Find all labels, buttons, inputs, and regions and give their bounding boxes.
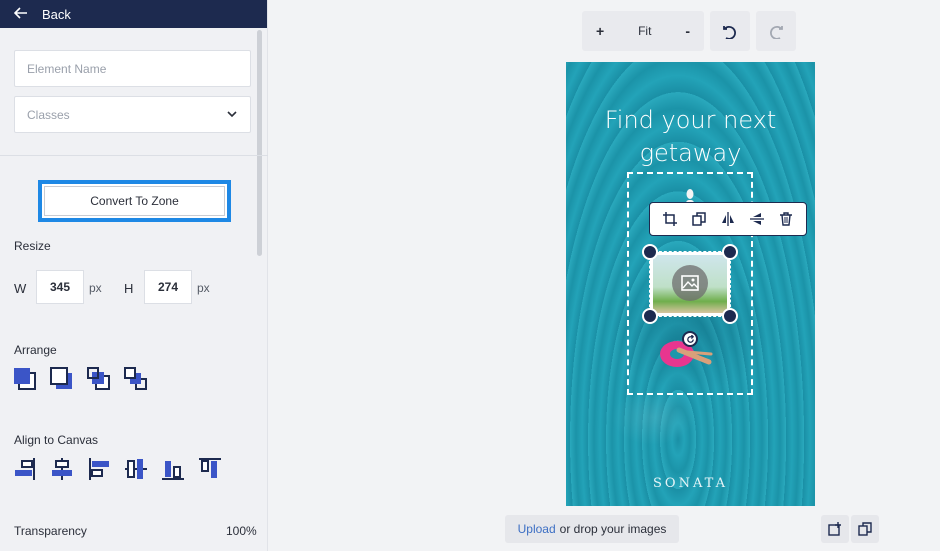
convert-to-zone-button[interactable]: Convert To Zone — [38, 180, 231, 222]
send-to-back-icon[interactable] — [50, 367, 74, 391]
resize-label: Resize — [14, 239, 51, 253]
align-canvas-label: Align to Canvas — [14, 433, 99, 447]
back-label: Back — [42, 6, 71, 22]
back-button[interactable]: Back — [0, 0, 267, 28]
canvas-headline[interactable]: Find your next getaway — [566, 104, 815, 170]
duplicate-page-button[interactable] — [851, 515, 879, 543]
arrow-left-icon — [13, 7, 28, 21]
align-bottom-icon[interactable] — [161, 457, 185, 481]
upload-dropzone[interactable]: Upload or drop your images — [505, 515, 679, 543]
zoom-in-button[interactable]: + — [596, 23, 604, 39]
flip-horizontal-icon[interactable] — [720, 211, 736, 227]
flip-vertical-icon[interactable] — [749, 211, 765, 227]
upload-text: or drop your images — [559, 522, 667, 536]
align-right-icon[interactable] — [13, 457, 37, 481]
element-name-input[interactable] — [27, 61, 250, 76]
scrollbar[interactable] — [257, 30, 262, 256]
align-middle-vertical-icon[interactable] — [124, 457, 148, 481]
crop-icon[interactable] — [662, 211, 678, 227]
redo-button[interactable] — [756, 11, 796, 51]
headline-line-1: Find your next — [604, 106, 777, 134]
align-top-icon[interactable] — [198, 457, 222, 481]
bring-forward-icon[interactable] — [87, 367, 111, 391]
align-center-horizontal-icon[interactable] — [50, 457, 74, 481]
redo-icon — [770, 25, 783, 39]
rotate-handle[interactable] — [682, 331, 698, 347]
undo-button[interactable] — [710, 11, 750, 51]
width-input[interactable]: 345 — [36, 270, 84, 304]
width-unit: px — [89, 281, 102, 295]
resize-handle-bottom-right[interactable] — [722, 308, 738, 324]
add-page-icon — [828, 522, 841, 536]
fit-button[interactable]: Fit — [638, 24, 651, 38]
bring-to-front-icon[interactable] — [13, 367, 37, 391]
trash-icon[interactable] — [778, 211, 794, 227]
undo-icon — [723, 25, 736, 39]
element-toolbar — [649, 202, 807, 236]
properties-panel: Back Classes Convert To Zone Resize W 34… — [0, 0, 268, 551]
classes-placeholder: Classes — [27, 107, 70, 122]
height-input[interactable]: 274 — [144, 270, 192, 304]
arrange-label: Arrange — [14, 343, 57, 357]
image-placeholder-icon — [672, 265, 708, 301]
divider — [0, 155, 268, 156]
zoom-out-button[interactable]: - — [685, 23, 690, 39]
width-label: W — [14, 281, 27, 296]
classes-select[interactable]: Classes — [14, 96, 251, 133]
rotate-icon — [686, 334, 694, 343]
transparency-label: Transparency — [14, 524, 87, 538]
zoom-controls: + Fit - — [582, 11, 704, 51]
resize-handle-top-left[interactable] — [642, 244, 658, 260]
convert-label: Convert To Zone — [44, 186, 225, 216]
element-name-field[interactable] — [14, 50, 251, 87]
brand-logo[interactable]: SONATA — [566, 476, 815, 491]
duplicate-icon[interactable] — [691, 211, 707, 227]
transparency-value: 100% — [226, 524, 257, 538]
duplicate-page-icon — [858, 522, 872, 536]
align-left-icon[interactable] — [87, 457, 111, 481]
send-backward-icon[interactable] — [124, 367, 148, 391]
height-unit: px — [197, 281, 210, 295]
resize-handle-top-right[interactable] — [722, 244, 738, 260]
headline-line-2: getaway — [639, 139, 742, 167]
add-page-button[interactable] — [821, 515, 849, 543]
height-label: H — [124, 281, 134, 296]
upload-link[interactable]: Upload — [518, 522, 556, 536]
resize-handle-bottom-left[interactable] — [642, 308, 658, 324]
chevron-down-icon — [227, 111, 237, 118]
